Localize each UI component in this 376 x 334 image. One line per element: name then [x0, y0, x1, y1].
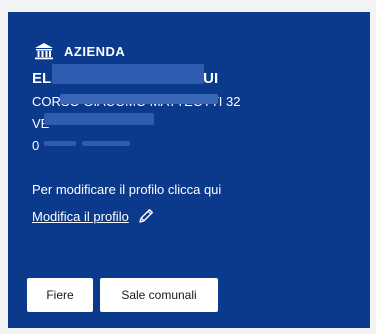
redaction-phone-a: [44, 141, 76, 146]
redaction-phone-b: [82, 141, 130, 146]
edit-hint: Per modificare il profilo clicca qui: [32, 182, 222, 197]
fiere-button[interactable]: Fiere: [27, 278, 93, 312]
section-title: AZIENDA: [64, 43, 126, 59]
company-card: AZIENDA ELUI CORSO GIACOMO MATTEOTTI 32 …: [8, 12, 370, 328]
bank-icon: [35, 43, 53, 60]
company-phone: 0: [32, 138, 40, 153]
pencil-icon[interactable]: [137, 207, 155, 225]
company-name-suffix: UI: [203, 70, 219, 87]
redaction-address: [60, 94, 218, 104]
redaction-name: [52, 64, 204, 84]
sale-comunali-button[interactable]: Sale comunali: [100, 278, 218, 312]
edit-profile-link[interactable]: Modifica il profilo: [32, 207, 155, 225]
card-header: AZIENDA: [34, 42, 125, 60]
company-name-prefix: EL: [32, 70, 52, 87]
redaction-city: [44, 113, 154, 125]
edit-profile-label[interactable]: Modifica il profilo: [32, 209, 129, 224]
